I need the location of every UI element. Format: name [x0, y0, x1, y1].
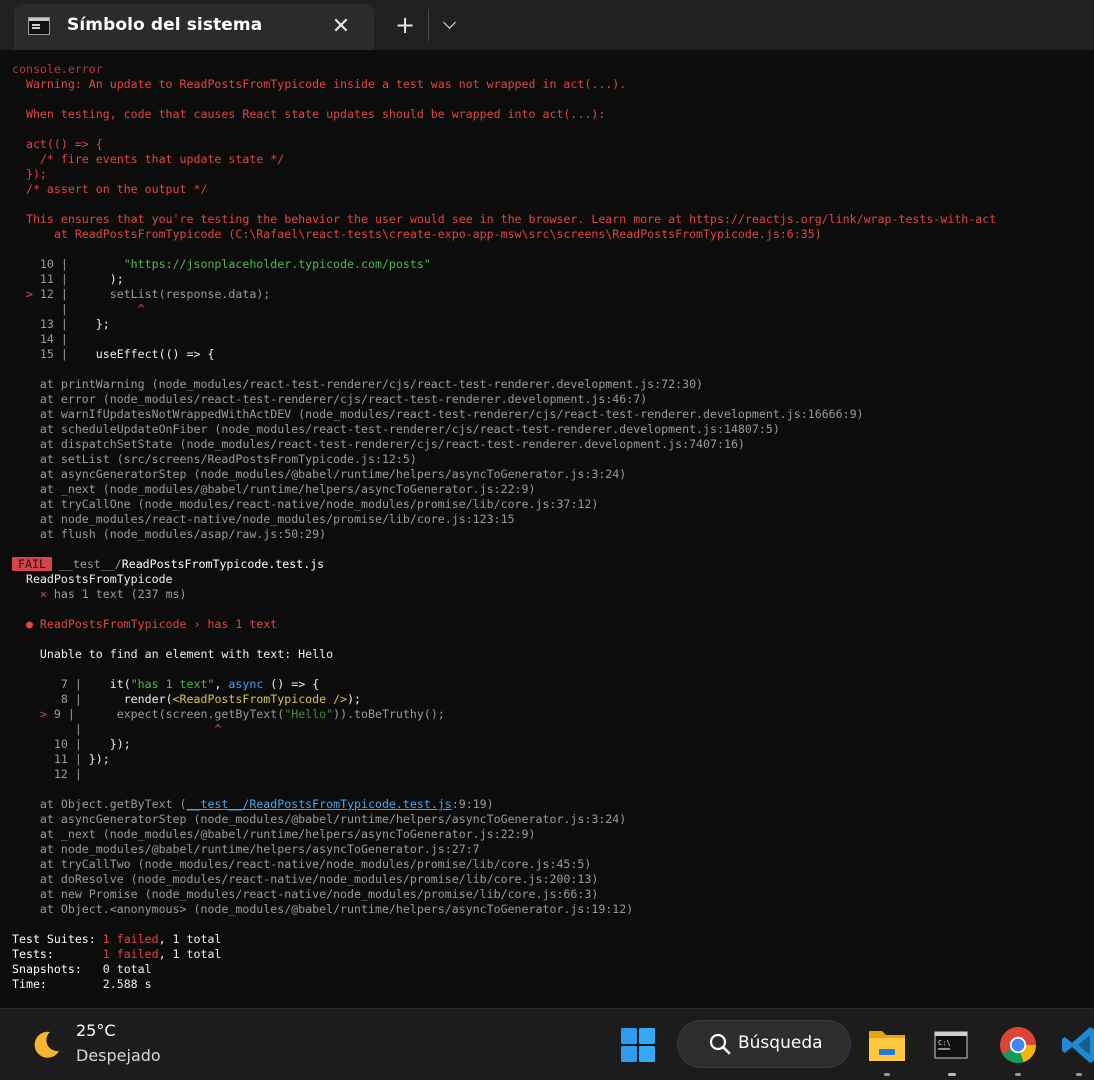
summary-snapshots: Snapshots: 0 total: [12, 962, 152, 976]
stack-line: at _next (node_modules/@babel/runtime/he…: [12, 482, 536, 496]
summary-time: Time: 2.588 s: [12, 977, 152, 991]
stack-line: at Object.getByText (__test__/ReadPostsF…: [12, 797, 494, 811]
code-line: 13 | };: [12, 317, 110, 331]
stack-line: at node_modules/react-native/node_module…: [12, 512, 515, 526]
tab-separator: [428, 9, 429, 41]
stack-line: at tryCallTwo (node_modules/react-native…: [12, 857, 592, 871]
tab-title: Símbolo del sistema: [67, 15, 263, 35]
console-error-header: console.error: [12, 62, 103, 76]
act-example-line: act(() => {: [12, 137, 103, 151]
active-indicator: [948, 1073, 956, 1076]
code-line: 10 | "https://jsonplaceholder.typicode.c…: [12, 257, 431, 271]
taskbar: 25°C Despejado Búsqueda C:\: [0, 1008, 1094, 1080]
stack-line: at setList (src/screens/ReadPostsFromTyp…: [12, 452, 417, 466]
code-line-highlight: > 9 | expect(screen.getByText("Hello")).…: [12, 707, 445, 721]
windows-start-icon[interactable]: [620, 1027, 656, 1063]
test-file-link[interactable]: __test__/ReadPostsFromTypicode.test.js: [187, 797, 452, 811]
stack-line: at flush (node_modules/asap/raw.js:50:29…: [12, 527, 327, 541]
running-indicator: [884, 1073, 890, 1076]
code-line: 12 |: [12, 767, 82, 781]
act-example-line: });: [12, 167, 47, 181]
taskbar-search[interactable]: Búsqueda: [677, 1020, 851, 1068]
file-explorer-icon[interactable]: [866, 1023, 908, 1067]
stack-line: at tryCallOne (node_modules/react-native…: [12, 497, 599, 511]
stack-line: at Object.<anonymous> (node_modules/@bab…: [12, 902, 634, 916]
code-line-highlight: > 12 | setList(response.data);: [12, 287, 271, 301]
tab-simbolo-del-sistema[interactable]: Símbolo del sistema ✕: [14, 4, 374, 50]
moon-icon[interactable]: [28, 1027, 64, 1063]
code-line: 11 | });: [12, 752, 110, 766]
stack-line: at new Promise (node_modules/react-nativ…: [12, 887, 599, 901]
code-line: 11 | );: [12, 272, 124, 286]
act-example-line: /* fire events that update state */: [12, 152, 285, 166]
weather-description[interactable]: Despejado: [76, 1046, 161, 1065]
terminal-output[interactable]: console.error Warning: An update to Read…: [0, 50, 1094, 1008]
close-tab-button[interactable]: ✕: [326, 12, 356, 42]
stack-line: at doResolve (node_modules/react-native/…: [12, 872, 599, 886]
code-line: 8 | render(<ReadPostsFromTypicode />);: [12, 692, 362, 706]
stack-line: at _next (node_modules/@babel/runtime/he…: [12, 827, 536, 841]
command-prompt-icon: [28, 17, 50, 35]
fail-badge: FAIL: [12, 557, 52, 571]
weather-temperature[interactable]: 25°C: [76, 1021, 116, 1040]
new-tab-button[interactable]: +: [390, 10, 420, 40]
running-indicator: [1076, 1073, 1082, 1076]
code-line: 15 | useEffect(() => {: [12, 347, 215, 361]
terminal-icon[interactable]: C:\: [930, 1023, 972, 1067]
search-icon: [709, 1033, 731, 1055]
failed-test-line: × has 1 text (237 ms): [12, 587, 187, 601]
stack-line: at error (node_modules/react-test-render…: [12, 392, 648, 406]
chevron-down-icon[interactable]: [438, 12, 464, 38]
code-line: 7 | it("has 1 text", async () => {: [12, 677, 320, 691]
chrome-icon[interactable]: [996, 1023, 1040, 1067]
running-indicator: [1015, 1073, 1021, 1076]
stack-line: at node_modules/@babel/runtime/helpers/a…: [12, 842, 480, 856]
vscode-icon[interactable]: [1060, 1023, 1094, 1067]
when-testing-line: When testing, code that causes React sta…: [12, 107, 606, 121]
stack-line: at dispatchSetState (node_modules/react-…: [12, 437, 745, 451]
ensures-line: This ensures that you're testing the beh…: [12, 212, 997, 226]
stack-line: at scheduleUpdateOnFiber (node_modules/r…: [12, 422, 780, 436]
stack-line: at warnIfUpdatesNotWrappedWithActDEV (no…: [12, 407, 864, 421]
stack-line: at asyncGeneratorStep (node_modules/@bab…: [12, 812, 627, 826]
code-line: 10 | });: [12, 737, 131, 751]
caret-line: | ^: [12, 302, 145, 316]
warning-line: Warning: An update to ReadPostsFromTypic…: [12, 77, 627, 91]
failure-message: Unable to find an element with text: Hel…: [12, 647, 334, 661]
describe-name: ReadPostsFromTypicode: [12, 572, 173, 586]
svg-text:C:\: C:\: [938, 1039, 951, 1047]
act-example-line: /* assert on the output */: [12, 182, 208, 196]
fail-line: FAIL __test__/ReadPostsFromTypicode.test…: [12, 557, 324, 572]
summary-tests: Tests: 1 failed, 1 total: [12, 947, 222, 961]
code-line: 14 |: [12, 332, 68, 346]
title-bar: Símbolo del sistema ✕ +: [0, 0, 1094, 50]
stack-line: at printWarning (node_modules/react-test…: [12, 377, 704, 391]
caret-line: | ^: [12, 722, 222, 736]
failure-title: ● ReadPostsFromTypicode › has 1 text: [12, 617, 278, 631]
search-label: Búsqueda: [738, 1033, 823, 1053]
summary-suites: Test Suites: 1 failed, 1 total: [12, 932, 222, 946]
at-component-line: at ReadPostsFromTypicode (C:\Rafael\reac…: [12, 227, 822, 241]
stack-line: at asyncGeneratorStep (node_modules/@bab…: [12, 467, 627, 481]
